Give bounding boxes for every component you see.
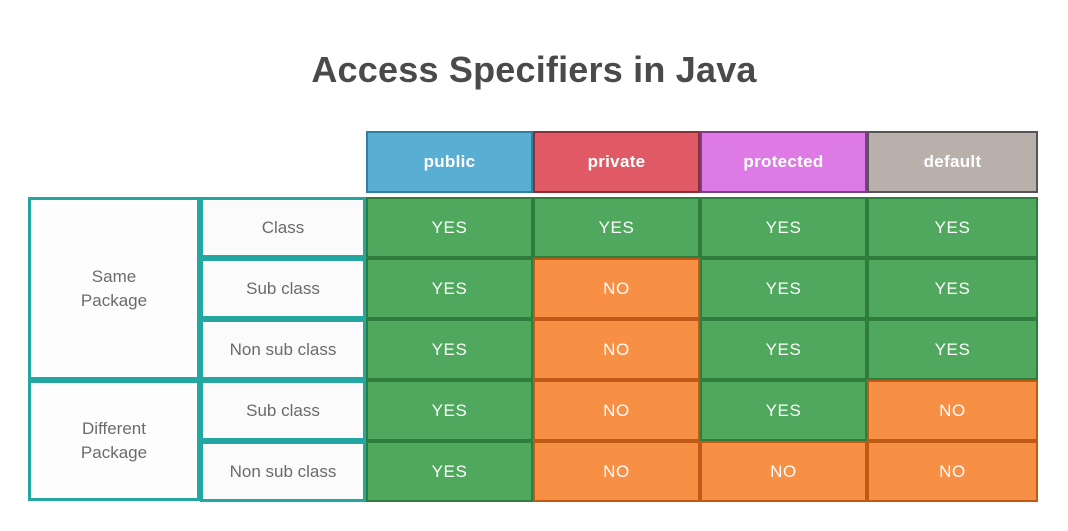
matrix-cell-public-row-4: YES xyxy=(366,380,533,441)
row-label-different-sub-class: Sub class xyxy=(200,380,366,441)
matrix-cell-value: NO xyxy=(603,461,630,481)
matrix-cell-value: YES xyxy=(431,339,468,359)
row-group-different-package-line1: Different xyxy=(82,418,146,438)
matrix-cell-private-row-2: NO xyxy=(533,258,700,319)
column-header-private-label: private xyxy=(587,152,646,171)
matrix-cell-protected-row-5: NO xyxy=(700,441,867,502)
column-header-private: private xyxy=(533,131,700,193)
matrix-cell-value: YES xyxy=(431,278,468,298)
matrix-cell-value: YES xyxy=(765,400,802,420)
matrix-cell-private-row-5: NO xyxy=(533,441,700,502)
matrix-cell-private-row-4: NO xyxy=(533,380,700,441)
page-title: Access Specifiers in Java xyxy=(311,49,757,90)
matrix-cell-value: YES xyxy=(765,217,802,237)
row-label-class-text: Class xyxy=(261,217,305,237)
matrix-cell-value: NO xyxy=(939,400,966,420)
row-label-same-non-sub-class: Non sub class xyxy=(200,319,366,380)
matrix-cell-value: YES xyxy=(765,339,802,359)
row-label-same-sub-class-text: Sub class xyxy=(246,278,320,298)
row-group-different-package-line2: Package xyxy=(80,442,148,462)
matrix-cell-value: NO xyxy=(770,461,797,481)
matrix-cell-protected-row-2: YES xyxy=(700,258,867,319)
matrix-cell-default-row-5: NO xyxy=(867,441,1038,502)
row-label-different-non-sub-class-text: Non sub class xyxy=(229,461,337,481)
row-group-same-package-line1: Same xyxy=(91,266,137,286)
row-group-same-package-line2: Package xyxy=(80,290,148,310)
column-header-protected-label: protected xyxy=(743,152,824,171)
matrix-cell-value: NO xyxy=(603,278,630,298)
matrix-cell-value: YES xyxy=(934,339,971,359)
matrix-cell-value: NO xyxy=(603,339,630,359)
matrix-cell-value: NO xyxy=(603,400,630,420)
matrix-cell-value: YES xyxy=(598,217,635,237)
column-header-public-label: public xyxy=(423,152,476,171)
matrix-cell-value: YES xyxy=(431,400,468,420)
row-group-different-package: Different Package xyxy=(28,380,200,501)
row-label-same-non-sub-class-text: Non sub class xyxy=(229,339,337,359)
column-header-protected: protected xyxy=(700,131,867,193)
matrix-cell-private-row-1: YES xyxy=(533,197,700,258)
matrix-cell-default-row-4: NO xyxy=(867,380,1038,441)
matrix-cell-protected-row-3: YES xyxy=(700,319,867,380)
matrix-cell-default-row-2: YES xyxy=(867,258,1038,319)
row-label-same-sub-class: Sub class xyxy=(200,258,366,319)
column-header-default-label: default xyxy=(923,152,982,171)
row-label-class: Class xyxy=(200,197,366,258)
row-group-same-package: Same Package xyxy=(28,197,200,380)
matrix-cell-value: YES xyxy=(934,217,971,237)
row-label-different-sub-class-text: Sub class xyxy=(246,400,320,420)
matrix-cell-private-row-3: NO xyxy=(533,319,700,380)
matrix-cell-value: NO xyxy=(939,461,966,481)
column-header-public: public xyxy=(366,131,533,193)
matrix-cell-value: YES xyxy=(765,278,802,298)
matrix-cell-default-row-1: YES xyxy=(867,197,1038,258)
matrix-cell-public-row-3: YES xyxy=(366,319,533,380)
access-specifier-matrix: public private protected default Same Pa… xyxy=(28,131,1038,502)
matrix-cell-public-row-1: YES xyxy=(366,197,533,258)
matrix-cell-value: YES xyxy=(431,217,468,237)
matrix-cell-public-row-2: YES xyxy=(366,258,533,319)
matrix-cell-public-row-5: YES xyxy=(366,441,533,502)
matrix-cell-default-row-3: YES xyxy=(867,319,1038,380)
matrix-cell-value: YES xyxy=(934,278,971,298)
column-header-default: default xyxy=(867,131,1038,193)
row-label-different-non-sub-class: Non sub class xyxy=(200,441,366,502)
matrix-cell-value: YES xyxy=(431,461,468,481)
matrix-cell-protected-row-1: YES xyxy=(700,197,867,258)
matrix-cell-protected-row-4: YES xyxy=(700,380,867,441)
